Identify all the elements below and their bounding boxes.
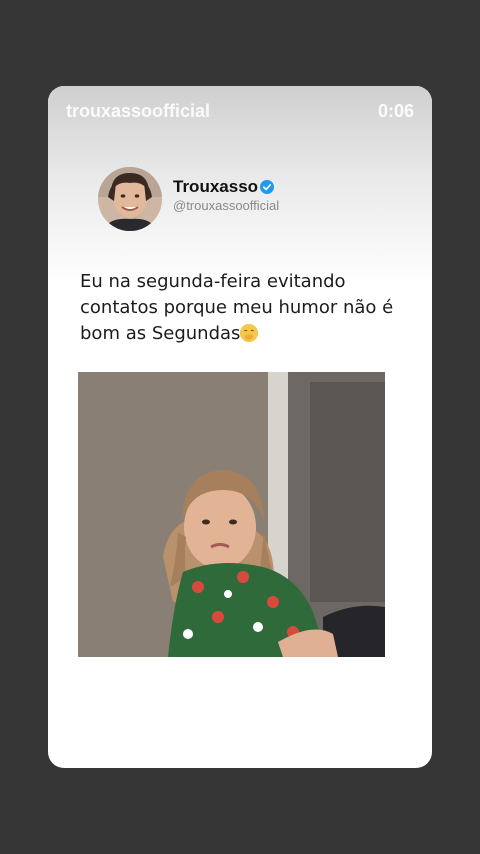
tweet-text: Eu na segunda-feira evitando contatos po… (80, 271, 394, 344)
tweet-body: Eu na segunda-feira evitando contatos po… (80, 269, 400, 347)
tweet-media[interactable] (78, 372, 385, 657)
media-photo (78, 372, 385, 657)
face-with-hand-over-mouth-icon (240, 324, 259, 342)
verified-badge-icon (260, 180, 274, 194)
avatar-photo (98, 167, 162, 231)
user-handle[interactable]: @trouxassoofficial (173, 198, 279, 213)
story-card[interactable]: trouxassoofficial 0:06 Trouxasso @trouxa… (48, 86, 432, 768)
story-timer: 0:06 (377, 101, 414, 121)
avatar[interactable] (98, 167, 162, 231)
display-name[interactable]: Trouxasso (173, 177, 258, 197)
story-username[interactable]: trouxassoofficial (66, 101, 210, 122)
